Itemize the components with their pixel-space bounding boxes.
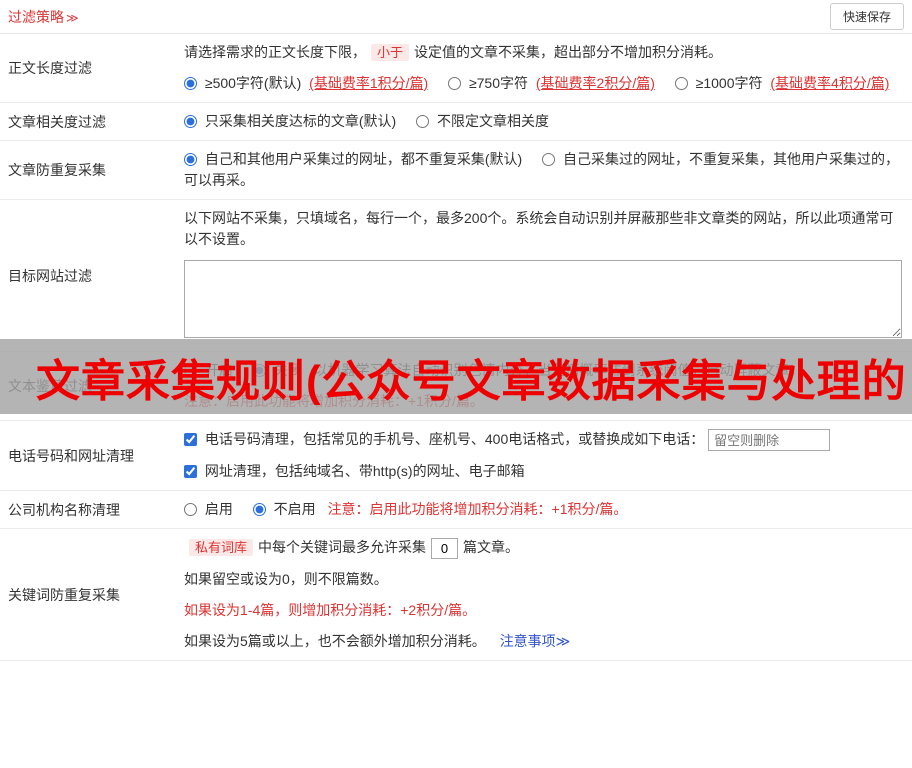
less-than-badge: 小于 (371, 44, 410, 61)
section-dedup-filter: 文章防重复采集 自己和其他用户采集过的网址，都不重复采集(默认) 自己采集过的网… (0, 141, 912, 200)
length-option-1000-fee[interactable]: (基础费率4积分/篇) (770, 75, 889, 91)
url-clean-checkbox[interactable] (184, 465, 197, 479)
section-label-relevance-filter: 文章相关度过滤 (8, 113, 106, 130)
length-option-500-label: ≥500字符(默认) (204, 75, 302, 91)
section-phone-url-clean: 电话号码和网址清理 电话号码清理，包括常见的手机号、座机号、400电话格式，或替… (0, 421, 912, 492)
company-clean-option-on[interactable]: 启用 (184, 501, 237, 517)
url-clean-option[interactable]: 网址清理，包括纯域名、带http(s)的网址、电子邮箱 (184, 463, 525, 479)
relevance-option-strict-label: 只采集相关度达标的文章(默认) (204, 113, 397, 129)
length-filter-intro: 请选择需求的正文长度下限， 小于 设定值的文章不采集，超出部分不增加积分消耗。 (184, 42, 904, 63)
section-label-phone-url-clean: 电话号码和网址清理 (8, 447, 134, 464)
section-content-company-clean: 启用 不启用 注意：启用此功能将增加积分消耗：+1积分/篇。 (176, 491, 912, 528)
phone-clean-label: 电话号码清理，包括常见的手机号、座机号、400电话格式，或替换成如下电话： (204, 431, 705, 447)
section-label-keyword-dedup: 关键词防重复采集 (8, 586, 120, 603)
section-target-site-filter: 目标网站过滤 以下网站不采集，只填域名，每行一个，最多200个。系统会自动识别并… (0, 200, 912, 352)
keyword-dedup-note-unlimited: 如果留空或设为0，则不限篇数。 (184, 571, 388, 588)
dedup-option-global-radio[interactable] (184, 153, 197, 166)
company-clean-on-radio[interactable] (184, 503, 197, 517)
phone-clean-checkbox[interactable] (184, 433, 197, 446)
section-content-keyword-dedup: 私有词库中每个关键词最多允许采集 篇文章。 如果留空或设为0，则不限篇数。 如果设… (176, 529, 912, 660)
keyword-limit-mid-text: 中每个关键词最多允许采集 (258, 539, 427, 556)
relevance-option-any-radio[interactable] (416, 115, 430, 128)
section-label-dedup-filter: 文章防重复采集 (8, 162, 106, 178)
length-option-750-label: ≥750字符 (468, 75, 528, 91)
length-option-1000-label: ≥1000字符 (695, 75, 763, 91)
company-clean-options-row: 启用 不启用 注意：启用此功能将增加积分消耗：+1积分/篇。 (184, 499, 904, 520)
keyword-dedup-note-free-text: 如果设为5篇或以上，也不会额外增加积分消耗。 (184, 633, 486, 650)
length-option-1000-radio[interactable] (674, 77, 688, 90)
section-label-length-filter: 正文长度过滤 (8, 60, 92, 76)
private-lexicon-badge: 私有词库 (189, 539, 254, 557)
replacement-phone-input[interactable] (708, 429, 831, 452)
intro-pre-text: 请选择需求的正文长度下限， (184, 44, 366, 60)
quick-save-button[interactable]: 快速保存 (829, 3, 904, 30)
keyword-dedup-note-free-row: 如果设为5篇或以上，也不会额外增加积分消耗。 注意事项≫ (184, 631, 904, 652)
company-clean-option-off[interactable]: 不启用 (252, 501, 320, 518)
relevance-option-strict-radio[interactable] (184, 115, 197, 128)
section-length-filter: 正文长度过滤 请选择需求的正文长度下限， 小于 设定值的文章不采集，超出部分不增加积… (0, 34, 912, 103)
filter-strategy-page: 过滤策略 ≫ 快速保存 正文长度过滤 请选择需求的正文长度下限， 小于 设定值的文章不… (0, 0, 912, 662)
section-label-target-site-filter: 目标网站过滤 (8, 267, 92, 284)
section-content-length-filter: 请选择需求的正文长度下限， 小于 设定值的文章不采集，超出部分不增加积分消耗。 ≥5… (176, 34, 912, 102)
length-option-500[interactable]: ≥500字符(默认) (基础费率1积分/篇) (184, 75, 432, 91)
url-clean-label: 网址清理，包括纯域名、带http(s)的网址、电子邮箱 (204, 463, 525, 480)
page-title[interactable]: 过滤策略 ≫ (8, 7, 79, 27)
relevance-option-any[interactable]: 不限定文章相关度 (416, 113, 549, 129)
keyword-limit-post-text: 篇文章。 (463, 539, 520, 556)
page-header: 过滤策略 ≫ 快速保存 (0, 0, 912, 34)
section-content-dedup-filter: 自己和其他用户采集过的网址，都不重复采集(默认) 自己采集过的网址，不重复采集，… (176, 141, 912, 199)
length-option-500-fee[interactable]: (基础费率1积分/篇) (309, 75, 428, 91)
keyword-dedup-note-cost: 如果设为1-4篇，则增加积分消耗：+2积分/篇。 (184, 602, 477, 619)
section-label-company-clean: 公司机构名称清理 (8, 501, 120, 518)
length-option-500-radio[interactable] (184, 77, 197, 90)
section-relevance-filter: 文章相关度过滤 只采集相关度达标的文章(默认) 不限定文章相关度 (0, 103, 912, 141)
section-content-phone-url-clean: 电话号码清理，包括常见的手机号、座机号、400电话格式，或替换成如下电话： 网址… (176, 421, 912, 490)
company-clean-off-radio[interactable] (252, 503, 266, 517)
length-option-750[interactable]: ≥750字符 (基础费率2积分/篇) (448, 75, 659, 91)
section-content-relevance-filter: 只采集相关度达标的文章(默认) 不限定文章相关度 (176, 103, 912, 140)
keyword-dedup-limit-row: 私有词库中每个关键词最多允许采集 篇文章。 (184, 537, 904, 560)
keyword-limit-count-input[interactable] (431, 538, 459, 560)
phone-clean-option[interactable]: 电话号码清理，包括常见的手机号、座机号、400电话格式，或替换成如下电话： (184, 431, 708, 447)
phone-clean-row: 电话号码清理，包括常见的手机号、座机号、400电话格式，或替换成如下电话： (184, 429, 904, 452)
intro-post-text: 设定值的文章不采集，超出部分不增加积分消耗。 (414, 44, 723, 60)
company-clean-off-label: 不启用 (273, 501, 316, 518)
page-title-text: 过滤策略 (8, 8, 64, 25)
section-keyword-dedup: 关键词防重复采集 私有词库中每个关键词最多允许采集 篇文章。 如果留空或设为0，则… (0, 529, 912, 662)
watermark-text: 文章采集规则(公众号文章数据采集与处理的 (36, 356, 907, 406)
length-option-1000[interactable]: ≥1000字符 (基础费率4积分/篇) (674, 75, 889, 91)
url-clean-row: 网址清理，包括纯域名、带http(s)的网址、电子邮箱 (184, 461, 904, 482)
length-option-750-fee[interactable]: (基础费率2积分/篇) (536, 75, 655, 91)
dedup-option-global[interactable]: 自己和其他用户采集过的网址，都不重复采集(默认) (184, 151, 526, 167)
notice-link[interactable]: 注意事项≫ (500, 633, 571, 649)
chevron-double-down-icon: ≫ (66, 10, 79, 25)
section-company-clean: 公司机构名称清理 启用 不启用 注意：启用此功能将增加积分消耗：+1积分/篇。 (0, 491, 912, 530)
company-clean-on-label: 启用 (204, 501, 233, 518)
target-site-desc: 以下网站不采集，只填域名，每行一个，最多200个。系统会自动识别并屏蔽那些非文章… (184, 210, 894, 247)
relevance-option-strict[interactable]: 只采集相关度达标的文章(默认) (184, 113, 400, 129)
dedup-option-global-label: 自己和其他用户采集过的网址，都不重复采集(默认) (204, 151, 523, 167)
watermark-overlay: 文章采集规则(公众号文章数据采集与处理的 (0, 339, 912, 414)
dedup-option-self-radio[interactable] (542, 153, 556, 166)
company-clean-note: 注意：启用此功能将增加积分消耗：+1积分/篇。 (327, 501, 628, 518)
relevance-option-any-label: 不限定文章相关度 (437, 113, 549, 129)
blocked-domains-textarea[interactable] (184, 260, 902, 338)
length-option-750-radio[interactable] (448, 77, 462, 90)
section-content-target-site-filter: 以下网站不采集，只填域名，每行一个，最多200个。系统会自动识别并屏蔽那些非文章… (176, 200, 912, 351)
